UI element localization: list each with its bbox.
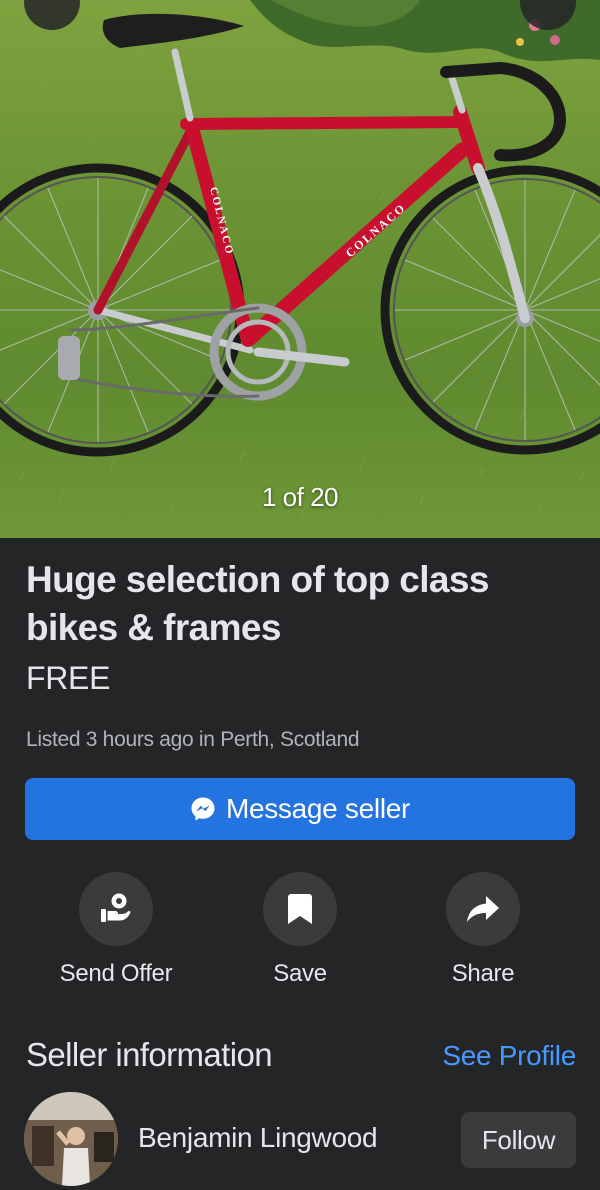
action-row: Send Offer Save Share (0, 872, 600, 992)
listing-meta: Listed 3 hours ago in Perth, Scotland (26, 728, 360, 751)
follow-label: Follow (481, 1124, 556, 1155)
message-seller-label: Message seller (225, 793, 411, 824)
seller-row: Benjamin Lingwood Follow (24, 1092, 576, 1190)
seller-name[interactable]: Benjamin Lingwood (138, 1122, 378, 1154)
listing-details: Huge selection of top class bikes & fram… (26, 556, 576, 698)
photo-counter: 1 of 20 (261, 482, 339, 512)
listing-photo[interactable]: COLNACO COLNACO 1 of 20 (0, 0, 600, 538)
seller-information-header: Seller information See Profile (26, 1036, 576, 1084)
send-offer-label: Send Offer (59, 960, 173, 987)
listing-title: Huge selection of top class bikes & fram… (26, 559, 489, 648)
share-button[interactable]: Share (393, 872, 573, 988)
save-label: Save (273, 960, 327, 987)
send-offer-button[interactable]: Send Offer (26, 872, 206, 988)
save-button[interactable]: Save (210, 872, 390, 988)
listing-price: FREE (26, 660, 111, 696)
bicycle-frame (58, 13, 567, 401)
messenger-icon (190, 796, 216, 822)
share-arrow-icon (446, 872, 520, 946)
send-offer-icon (79, 872, 153, 946)
bookmark-icon (263, 872, 337, 946)
follow-button[interactable]: Follow (461, 1112, 576, 1168)
rear-wheel (0, 163, 245, 457)
seller-avatar[interactable] (24, 1092, 118, 1186)
bicycle-image: COLNACO COLNACO (0, 0, 600, 521)
see-profile-link[interactable]: See Profile (442, 1040, 576, 1072)
share-label: Share (451, 960, 515, 987)
message-seller-button[interactable]: Message seller (25, 778, 575, 840)
seller-information-title: Seller information (26, 1036, 273, 1073)
